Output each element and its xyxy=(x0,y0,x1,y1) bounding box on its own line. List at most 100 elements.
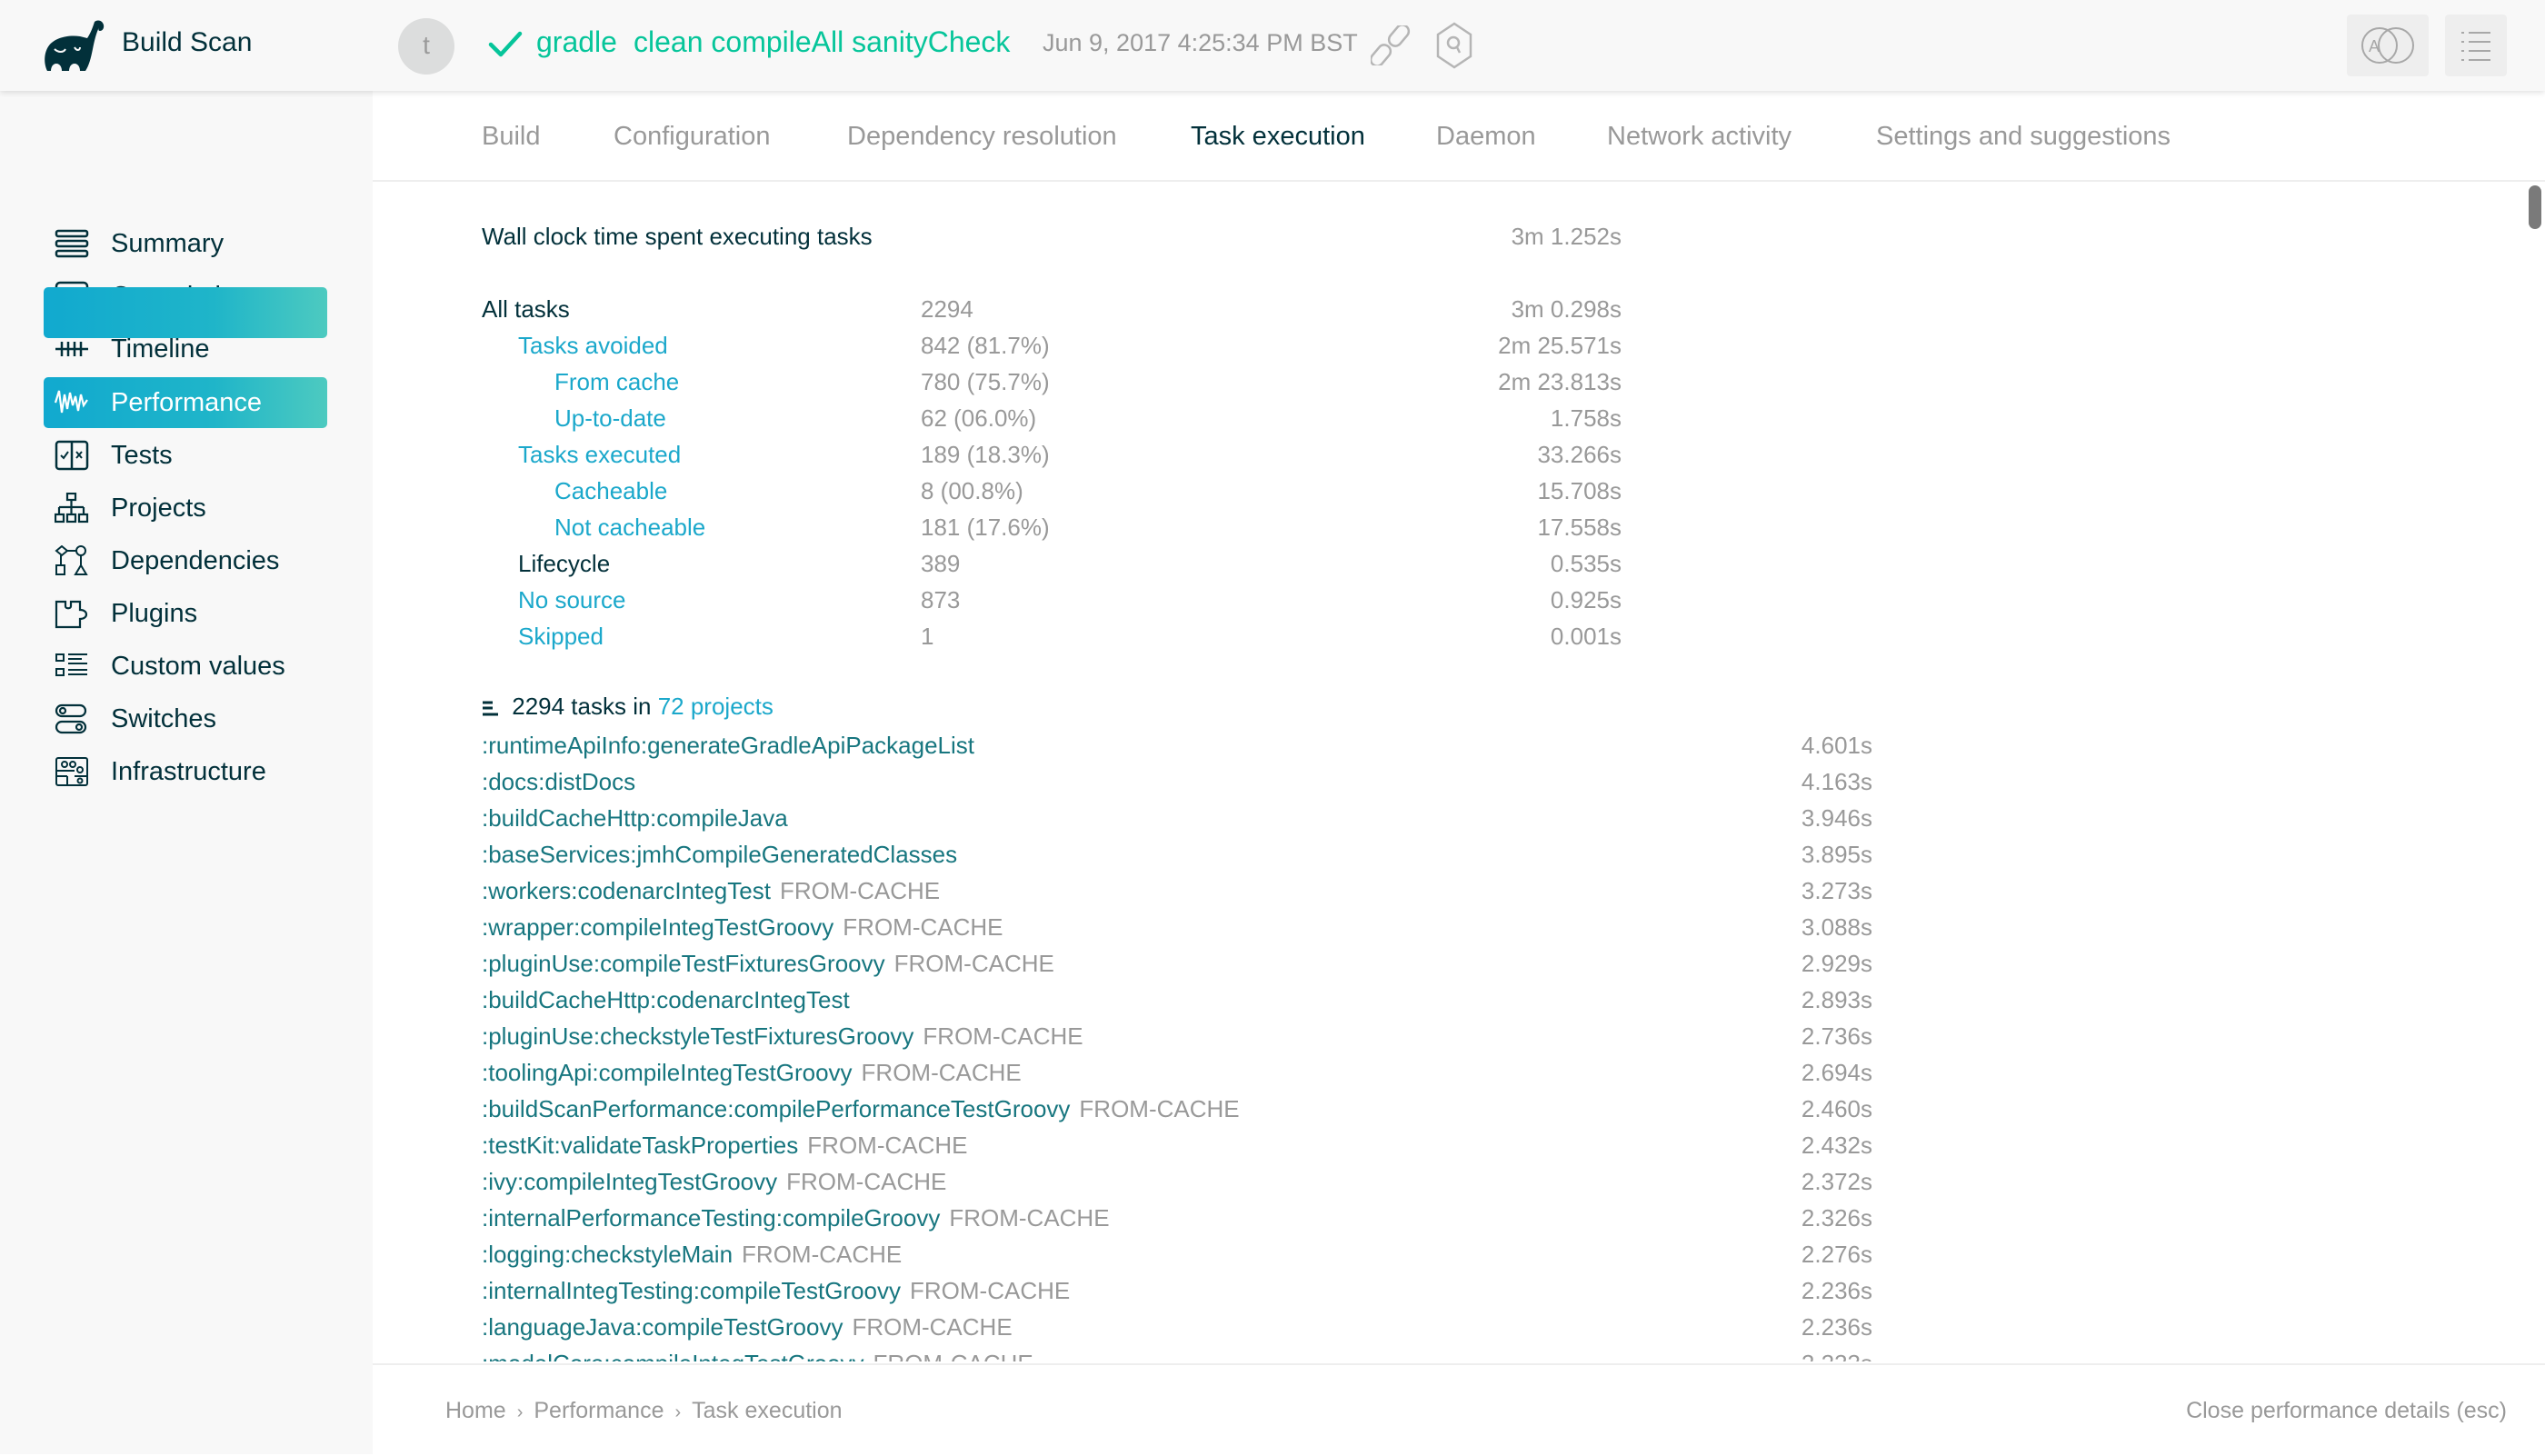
tab-settings-and-suggestions[interactable]: Settings and suggestions xyxy=(1876,122,2171,152)
scan-search-icon[interactable] xyxy=(1436,22,1472,69)
sidebar-item-tests[interactable]: Tests xyxy=(44,430,327,481)
wall-clock-time: 3m 1.252s xyxy=(1511,223,1622,250)
tab-network-activity[interactable]: Network activity xyxy=(1607,122,1791,152)
task-path-link[interactable]: :runtimeApiInfo:generateGradleApiPackage… xyxy=(482,732,974,759)
tab-configuration[interactable]: Configuration xyxy=(614,122,771,152)
task-row: :modelCore:compileIntegTestGroovy FROM-CA… xyxy=(482,1345,1033,1361)
task-path-link[interactable]: :toolingApi:compileIntegTestGroovy xyxy=(482,1059,853,1086)
task-duration: 2.276s xyxy=(1801,1241,1872,1268)
task-row: :buildScanPerformance:compilePerformance… xyxy=(482,1091,1240,1127)
tab-daemon[interactable]: Daemon xyxy=(1436,122,1536,152)
summary-row-label[interactable]: From cache xyxy=(554,364,679,400)
task-path-link[interactable]: :testKit:validateTaskProperties xyxy=(482,1132,798,1159)
task-path-link[interactable]: :baseServices:jmhCompileGeneratedClasses xyxy=(482,841,957,868)
task-outcome-badge: FROM-CACHE xyxy=(779,877,941,904)
summary-row-label[interactable]: Tasks avoided xyxy=(518,327,668,364)
breadcrumb-separator: › xyxy=(674,1402,682,1422)
projects-link[interactable]: 72 projects xyxy=(658,693,773,720)
switches-icon xyxy=(55,702,89,736)
breadcrumb-performance[interactable]: Performance xyxy=(534,1398,664,1423)
task-row: :docs:distDocs xyxy=(482,763,635,800)
task-path-link[interactable]: :languageJava:compileTestGroovy xyxy=(482,1313,843,1341)
sidebar-item-switches[interactable]: Switches xyxy=(44,693,327,744)
task-path-link[interactable]: :buildCacheHttp:codenarcIntegTest xyxy=(482,986,850,1013)
summary-row-count: 873 xyxy=(921,586,961,613)
summary-row-label[interactable]: Up-to-date xyxy=(554,400,666,436)
gradle-elephant-logo[interactable] xyxy=(40,18,109,75)
summary-row-count: 2294 xyxy=(921,295,973,323)
task-duration: 2.432s xyxy=(1801,1132,1872,1159)
summary-row-label: Lifecycle xyxy=(518,550,611,577)
sidebar-item-label: Infrastructure xyxy=(111,756,266,786)
summary-row-count: 389 xyxy=(921,550,961,577)
sidebar-item-plugins[interactable]: Plugins xyxy=(44,588,327,639)
task-path-link[interactable]: :pluginUse:compileTestFixturesGroovy xyxy=(482,950,885,977)
summary-row-label[interactable]: No source xyxy=(518,582,626,618)
task-path-link[interactable]: :wrapper:compileIntegTestGroovy xyxy=(482,913,833,941)
task-outcome-badge: FROM-CACHE xyxy=(786,1168,947,1195)
sidebar-item-infrastructure[interactable]: Infrastructure xyxy=(44,746,327,797)
summary-row-label[interactable]: Skipped xyxy=(518,618,604,654)
sidebar-item-projects[interactable]: Projects xyxy=(44,483,327,534)
task-path-link[interactable]: :pluginUse:checkstyleTestFixturesGroovy xyxy=(482,1022,913,1050)
summary-row-label[interactable]: Tasks executed xyxy=(518,436,681,473)
task-path-link[interactable]: :logging:checkstyleMain xyxy=(482,1241,733,1268)
task-row: :toolingApi:compileIntegTestGroovy FROM-C… xyxy=(482,1054,1022,1091)
user-avatar[interactable]: t xyxy=(398,18,454,75)
task-outcome-badge: FROM-CACHE xyxy=(873,1350,1033,1361)
task-path-link[interactable]: :buildCacheHttp:compileJava xyxy=(482,804,788,832)
task-path-link[interactable]: :buildScanPerformance:compilePerformance… xyxy=(482,1095,1070,1122)
sidebar-item-label: Dependencies xyxy=(111,545,280,575)
sidebar-item-label: Switches xyxy=(111,703,217,733)
task-path-link[interactable]: :internalIntegTesting:compileTestGroovy xyxy=(482,1277,901,1304)
compare-button[interactable]: A xyxy=(2347,15,2429,76)
sidebar-item-dependencies[interactable]: Dependencies xyxy=(44,535,327,586)
task-duration: 4.601s xyxy=(1801,732,1872,759)
task-row: :internalIntegTesting:compileTestGroovy F… xyxy=(482,1272,1070,1309)
sidebar-item-custom-values[interactable]: Custom values xyxy=(44,641,327,692)
task-row: :buildCacheHttp:codenarcIntegTest xyxy=(482,982,850,1018)
list-sort-icon[interactable] xyxy=(482,697,500,717)
close-performance-details-link[interactable]: Close performance details (esc) xyxy=(2186,1398,2507,1424)
summary-row-time: 0.535s xyxy=(1550,550,1622,577)
summary-row-time: 0.001s xyxy=(1550,623,1622,650)
task-row: :ivy:compileIntegTestGroovy FROM-CACHE xyxy=(482,1163,946,1200)
sidebar-item-label: Tests xyxy=(111,440,173,470)
task-path-link[interactable]: :internalPerformanceTesting:compileGroov… xyxy=(482,1204,940,1232)
task-outcome-badge: FROM-CACHE xyxy=(843,913,1003,941)
task-path-link[interactable]: :workers:codenarcIntegTest xyxy=(482,877,771,904)
task-duration: 2.893s xyxy=(1801,986,1872,1013)
task-duration: 2.236s xyxy=(1801,1313,1872,1341)
task-duration: 4.163s xyxy=(1801,768,1872,795)
menu-button[interactable] xyxy=(2445,15,2507,76)
task-duration: 2.372s xyxy=(1801,1168,1872,1195)
task-row: :workers:codenarcIntegTest FROM-CACHE xyxy=(482,873,940,909)
link-icon[interactable] xyxy=(1371,25,1412,65)
task-path-link[interactable]: :ivy:compileIntegTestGroovy xyxy=(482,1168,777,1195)
summary-row-time: 17.558s xyxy=(1537,514,1622,541)
task-row: :testKit:validateTaskProperties FROM-CACH… xyxy=(482,1127,968,1163)
tab-build[interactable]: Build xyxy=(482,122,541,152)
summary-row-count: 189 (18.3%) xyxy=(921,441,1050,468)
content-scrollbar[interactable] xyxy=(2529,185,2541,229)
app-title[interactable]: Build Scan xyxy=(122,27,252,58)
tab-dependency-resolution[interactable]: Dependency resolution xyxy=(847,122,1117,152)
task-outcome-badge: FROM-CACHE xyxy=(852,1313,1013,1341)
build-tool-name: gradle xyxy=(536,25,617,58)
sidebar-item-label: Timeline xyxy=(111,334,210,364)
task-path-link[interactable]: :modelCore:compileIntegTestGroovy xyxy=(482,1350,864,1361)
sidebar-item-summary[interactable]: Summary xyxy=(44,218,327,269)
task-outcome-badge: FROM-CACHE xyxy=(949,1204,1110,1232)
breadcrumb-home[interactable]: Home xyxy=(445,1398,506,1423)
summary-row-time: 33.266s xyxy=(1537,441,1622,468)
summary-row-count: 8 (00.8%) xyxy=(921,477,1023,504)
task-path-link[interactable]: :docs:distDocs xyxy=(482,768,635,795)
task-duration: 2.326s xyxy=(1801,1204,1872,1232)
summary-row-label[interactable]: Not cacheable xyxy=(554,509,705,545)
task-duration: 2.929s xyxy=(1801,950,1872,977)
summary-row-label[interactable]: Cacheable xyxy=(554,473,667,509)
sidebar-item-performance[interactable]: Performance xyxy=(44,377,327,428)
tab-task-execution[interactable]: Task execution xyxy=(1191,122,1365,152)
task-duration: 2.236s xyxy=(1801,1277,1872,1304)
projects-icon xyxy=(55,491,89,525)
